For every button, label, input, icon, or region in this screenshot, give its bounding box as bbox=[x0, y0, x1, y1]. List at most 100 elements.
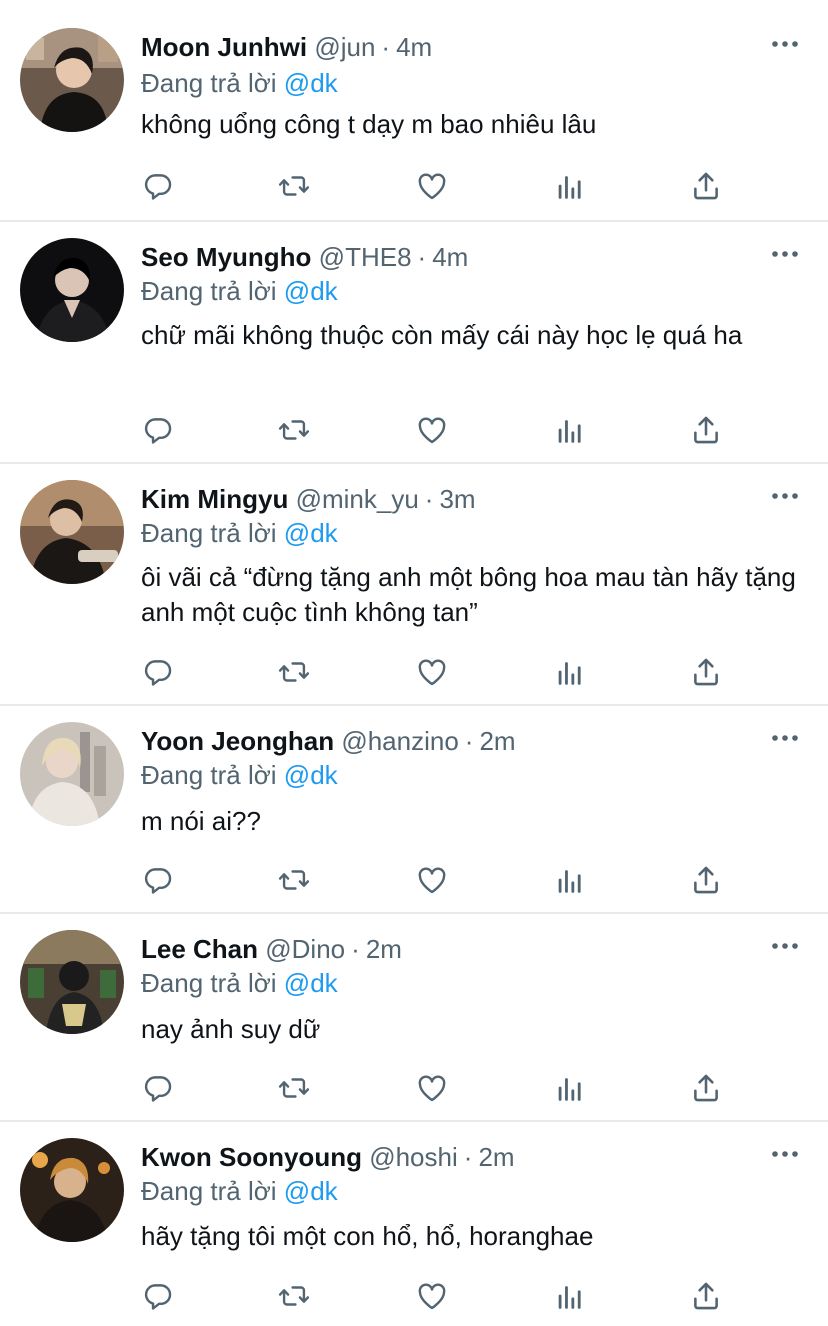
reply-icon bbox=[144, 174, 172, 200]
mention-link[interactable]: @dk bbox=[284, 968, 338, 998]
display-name[interactable]: Seo Myungho bbox=[141, 242, 311, 272]
more-horizontal-icon bbox=[772, 251, 798, 257]
separator-dot: · bbox=[464, 726, 474, 756]
replying-to: Đang trả lời @dk bbox=[141, 758, 338, 792]
retweet-button[interactable] bbox=[274, 860, 314, 900]
views-icon bbox=[558, 870, 581, 893]
views-icon bbox=[558, 1286, 581, 1309]
display-name[interactable]: Yoon Jeonghan bbox=[141, 726, 334, 756]
retweet-button[interactable] bbox=[274, 1276, 314, 1316]
tweet-text: chữ mãi không thuộc còn mấy cái này học … bbox=[141, 320, 743, 350]
reply-tweet[interactable]: Kim Mingyu @mink_yu · 3m Đang trả lời @dk … bbox=[0, 464, 828, 706]
reply-button[interactable] bbox=[138, 860, 178, 900]
more-options-button[interactable] bbox=[770, 486, 800, 506]
reply-tweet[interactable]: Kwon Soonyoung @hoshi · 2m Đang trả lời @d… bbox=[0, 1122, 828, 1326]
like-button[interactable] bbox=[412, 1068, 452, 1108]
timestamp[interactable]: 4m bbox=[396, 32, 432, 62]
mention-link[interactable]: @dk bbox=[284, 760, 338, 790]
more-options-button[interactable] bbox=[770, 244, 800, 264]
views-button[interactable] bbox=[550, 1276, 590, 1316]
heart-icon bbox=[418, 659, 446, 686]
share-button[interactable] bbox=[686, 1068, 726, 1108]
like-button[interactable] bbox=[412, 410, 452, 450]
views-button[interactable] bbox=[550, 1068, 590, 1108]
reply-button[interactable] bbox=[138, 410, 178, 450]
more-options-button[interactable] bbox=[770, 728, 800, 748]
retweet-button[interactable] bbox=[274, 166, 314, 206]
heart-icon bbox=[418, 173, 446, 200]
mention-link[interactable]: @dk bbox=[284, 276, 338, 306]
replying-to-label: Đang trả lời bbox=[141, 1176, 277, 1206]
display-name[interactable]: Kim Mingyu bbox=[141, 484, 288, 514]
timestamp[interactable]: 2m bbox=[478, 1142, 514, 1172]
user-handle[interactable]: @Dino bbox=[265, 934, 345, 964]
reply-tweet[interactable]: Seo Myungho @THE8 · 4m Đang trả lời @dk ch… bbox=[0, 222, 828, 464]
user-handle[interactable]: @jun bbox=[314, 32, 375, 62]
retweet-button[interactable] bbox=[274, 410, 314, 450]
avatar[interactable] bbox=[20, 930, 124, 1034]
views-button[interactable] bbox=[550, 652, 590, 692]
timestamp[interactable]: 3m bbox=[439, 484, 475, 514]
retweet-button[interactable] bbox=[274, 652, 314, 692]
more-options-button[interactable] bbox=[770, 1144, 800, 1164]
views-button[interactable] bbox=[550, 860, 590, 900]
reply-button[interactable] bbox=[138, 652, 178, 692]
reply-button[interactable] bbox=[138, 166, 178, 206]
user-handle[interactable]: @mink_yu bbox=[296, 484, 419, 514]
reply-button[interactable] bbox=[138, 1068, 178, 1108]
reply-icon bbox=[144, 660, 172, 686]
avatar[interactable] bbox=[20, 480, 124, 584]
user-handle[interactable]: @hanzino bbox=[341, 726, 458, 756]
like-button[interactable] bbox=[412, 860, 452, 900]
more-options-button[interactable] bbox=[770, 936, 800, 956]
tweet-text: ôi vãi cả “đừng tặng anh một bông hoa ma… bbox=[141, 562, 796, 627]
more-options-button[interactable] bbox=[770, 34, 800, 54]
retweet-button[interactable] bbox=[274, 1068, 314, 1108]
timestamp[interactable]: 2m bbox=[366, 934, 402, 964]
like-button[interactable] bbox=[412, 1276, 452, 1316]
separator-dot: · bbox=[381, 32, 391, 62]
share-button[interactable] bbox=[686, 1276, 726, 1316]
reply-icon bbox=[144, 1076, 172, 1102]
share-button[interactable] bbox=[686, 166, 726, 206]
action-bar bbox=[0, 166, 828, 206]
avatar[interactable] bbox=[20, 722, 124, 826]
display-name[interactable]: Lee Chan bbox=[141, 934, 258, 964]
reply-tweet[interactable]: Yoon Jeonghan @hanzino · 2m Đang trả lời @… bbox=[0, 706, 828, 914]
timestamp[interactable]: 2m bbox=[479, 726, 515, 756]
share-button[interactable] bbox=[686, 652, 726, 692]
timestamp[interactable]: 4m bbox=[432, 242, 468, 272]
separator-dot: · bbox=[351, 934, 360, 964]
reply-tweet[interactable]: Lee Chan @Dino · 2m Đang trả lời @dk nay ả… bbox=[0, 914, 828, 1122]
like-button[interactable] bbox=[412, 166, 452, 206]
tweet-header: Moon Junhwi @jun · 4m bbox=[141, 27, 432, 67]
heart-icon bbox=[418, 1075, 446, 1102]
user-handle[interactable]: @hoshi bbox=[369, 1142, 458, 1172]
mention-link[interactable]: @dk bbox=[284, 1176, 338, 1206]
like-button[interactable] bbox=[412, 652, 452, 692]
avatar[interactable] bbox=[20, 1138, 124, 1242]
avatar[interactable] bbox=[20, 28, 124, 132]
share-icon bbox=[694, 658, 718, 686]
mention-link[interactable]: @dk bbox=[284, 518, 338, 548]
user-handle[interactable]: @THE8 bbox=[319, 242, 412, 272]
views-button[interactable] bbox=[550, 166, 590, 206]
separator-dot: · bbox=[463, 1142, 473, 1172]
views-button[interactable] bbox=[550, 410, 590, 450]
action-bar bbox=[0, 652, 828, 692]
share-button[interactable] bbox=[686, 860, 726, 900]
tweet-header: Seo Myungho @THE8 · 4m bbox=[141, 237, 468, 277]
separator-dot: · bbox=[424, 484, 434, 514]
reply-tweet[interactable]: Moon Junhwi @jun · 4m Đang trả lời @dk khô… bbox=[0, 0, 828, 222]
replying-to-label: Đang trả lời bbox=[141, 68, 277, 98]
heart-icon bbox=[418, 1283, 446, 1310]
share-icon bbox=[694, 416, 718, 444]
share-button[interactable] bbox=[686, 410, 726, 450]
display-name[interactable]: Kwon Soonyoung bbox=[141, 1142, 362, 1172]
more-horizontal-icon bbox=[772, 1151, 798, 1157]
display-name[interactable]: Moon Junhwi bbox=[141, 32, 307, 62]
action-bar bbox=[0, 1276, 828, 1316]
reply-button[interactable] bbox=[138, 1276, 178, 1316]
avatar[interactable] bbox=[20, 238, 124, 342]
mention-link[interactable]: @dk bbox=[284, 68, 338, 98]
